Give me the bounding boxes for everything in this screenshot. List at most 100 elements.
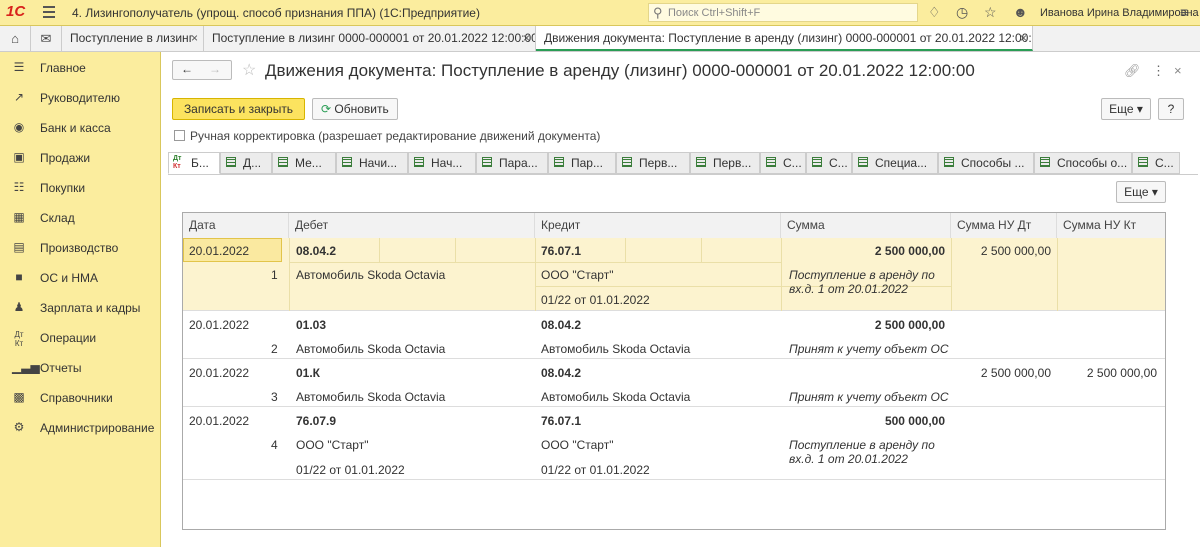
cell-divider xyxy=(1057,238,1058,311)
star-icon[interactable]: ☆ xyxy=(984,4,997,21)
warehouse-icon: ▦ xyxy=(13,210,25,224)
sidebar-item-fixed-assets[interactable]: ■ ОС и НМА xyxy=(0,262,160,292)
cell-divider xyxy=(781,238,782,311)
tab-register[interactable]: С... xyxy=(806,152,852,174)
sidebar-item-label: ОС и НМА xyxy=(40,271,99,285)
tab-document-movements[interactable]: Движения документа: Поступление в аренду… xyxy=(536,26,1033,51)
column-header-debit[interactable]: Дебет xyxy=(289,213,535,238)
cell-sum: 2 500 000,00 xyxy=(874,318,945,332)
help-button[interactable]: ? xyxy=(1158,98,1184,120)
scrollbar[interactable] xyxy=(1186,60,1194,540)
history-icon[interactable]: ◷ xyxy=(956,4,968,21)
cell-credit-subconto: ООО "Старт" xyxy=(541,268,614,282)
column-header-credit[interactable]: Кредит xyxy=(535,213,781,238)
register-icon xyxy=(858,157,868,167)
more-menu-icon[interactable]: ≡ xyxy=(1180,4,1188,20)
sidebar-item-warehouse[interactable]: ▦ Склад xyxy=(0,202,160,232)
register-icon xyxy=(944,157,954,167)
tab-register[interactable]: Д... xyxy=(220,152,272,174)
app-title: 4. Лизингополучатель (упрощ. способ приз… xyxy=(72,6,480,20)
cell-content: Поступление в аренду по вх.д. 1 от 20.01… xyxy=(789,268,935,296)
forward-arrow-icon[interactable]: → xyxy=(209,62,221,76)
register-icon xyxy=(226,157,236,167)
tab-register[interactable]: Пара... xyxy=(476,152,548,174)
sidebar-item-bank[interactable]: ◉ Банк и касса xyxy=(0,112,160,142)
column-header-nu-dt[interactable]: Сумма НУ Дт xyxy=(951,213,1057,238)
bell-icon[interactable]: ♢ xyxy=(928,4,941,21)
sidebar-item-main[interactable]: ☰ Главное xyxy=(0,52,160,82)
home-icon[interactable]: ⌂ xyxy=(0,26,31,51)
more-vertical-icon[interactable]: ⋮ xyxy=(1152,63,1165,79)
cell-debit-subconto: 01/22 от 01.01.2022 xyxy=(296,463,405,477)
cell-credit-subconto: Автомобиль Skoda Octavia xyxy=(541,390,691,404)
tab-register[interactable]: С... xyxy=(1132,152,1180,174)
sidebar-item-admin[interactable]: ⚙ Администрирование xyxy=(0,412,160,442)
favorite-star-icon[interactable]: ☆ xyxy=(242,60,256,80)
tab-label: Поступление в лизинг xyxy=(70,31,194,45)
table-row[interactable]: 20.01.2022 1 08.04.2 Автомобиль Skoda Oc… xyxy=(183,238,1165,311)
close-icon[interactable]: × xyxy=(1174,63,1182,78)
refresh-button[interactable]: ⟳ Обновить xyxy=(312,98,398,120)
sidebar-item-purchases[interactable]: ☷ Покупки xyxy=(0,172,160,202)
tab-register[interactable]: Начи... xyxy=(336,152,408,174)
cell-debit-subconto: ООО "Старт" xyxy=(296,438,369,452)
tab-register[interactable]: С... xyxy=(760,152,806,174)
table-row[interactable]: 20.01.2022 2 01.03 Автомобиль Skoda Octa… xyxy=(183,311,1165,359)
sidebar-item-sales[interactable]: ▣ Продажи xyxy=(0,142,160,172)
tab-register[interactable]: Способы о... xyxy=(1034,152,1132,174)
tab-leasing-document[interactable]: Поступление в лизинг 0000-000001 от 20.0… xyxy=(204,26,536,51)
more-button[interactable]: Еще ▾ xyxy=(1101,98,1151,120)
tab-label: Перв... xyxy=(639,156,678,170)
table-row[interactable]: 20.01.2022 3 01.К Автомобиль Skoda Octav… xyxy=(183,359,1165,407)
user-name[interactable]: Иванова Ирина Владимировна xyxy=(1040,7,1199,19)
table-more-button[interactable]: Еще ▾ xyxy=(1116,181,1166,203)
register-icon xyxy=(554,157,564,167)
column-header-nu-kt[interactable]: Сумма НУ Кт xyxy=(1057,213,1165,238)
cell-date: 20.01.2022 xyxy=(189,414,250,428)
user-icon[interactable]: ☻ xyxy=(1013,4,1028,20)
tab-register[interactable]: Пар... xyxy=(548,152,616,174)
close-icon[interactable]: × xyxy=(1020,26,1027,49)
cell-credit-account: 76.07.1 xyxy=(541,414,582,428)
save-close-button[interactable]: Записать и закрыть xyxy=(172,98,305,120)
sidebar-item-salary[interactable]: ♟ Зарплата и кадры xyxy=(0,292,160,322)
manual-correction-label: Ручная корректировка (разрешает редактир… xyxy=(190,129,601,143)
register-tabs: Дт Кт Б... Д... Ме... Начи... Нач... Пара.… xyxy=(168,152,1198,175)
table-row[interactable]: 20.01.2022 4 76.07.9 ООО "Старт" 01/22 о… xyxy=(183,407,1165,480)
tab-register[interactable]: Перв... xyxy=(690,152,760,174)
close-icon[interactable]: × xyxy=(523,26,530,51)
search-placeholder: Поиск Ctrl+Shift+F xyxy=(668,7,761,19)
tab-register[interactable]: Нач... xyxy=(408,152,476,174)
tab-register-accounting[interactable]: Дт Кт Б... xyxy=(168,152,220,174)
search-icon: ⚲ xyxy=(653,5,663,20)
tab-label: Способы о... xyxy=(1057,156,1128,170)
messages-icon[interactable]: ✉ xyxy=(31,26,62,51)
manual-correction-checkbox[interactable] xyxy=(174,130,185,141)
tab-leasing-list[interactable]: Поступление в лизинг × xyxy=(62,26,204,51)
sidebar-item-manager[interactable]: ↗ Руководителю xyxy=(0,82,160,112)
sidebar-item-operations[interactable]: Дт Кт Операции xyxy=(0,322,160,352)
cell-debit-account: 01.03 xyxy=(296,318,327,332)
column-header-date[interactable]: Дата xyxy=(183,213,289,238)
sidebar-item-catalogs[interactable]: ▩ Справочники xyxy=(0,382,160,412)
column-header-sum[interactable]: Сумма xyxy=(781,213,951,238)
tab-register[interactable]: Ме... xyxy=(272,152,336,174)
cell-divider xyxy=(289,262,781,263)
cell-debit-account: 08.04.2 xyxy=(296,244,337,258)
sidebar-item-reports[interactable]: ▁▃▅ Отчеты xyxy=(0,352,160,382)
search-input[interactable]: ⚲ Поиск Ctrl+Shift+F xyxy=(648,3,918,22)
close-icon[interactable]: × xyxy=(191,26,198,51)
tab-register[interactable]: Способы ... xyxy=(938,152,1034,174)
tab-register[interactable]: Перв... xyxy=(616,152,690,174)
link-icon[interactable]: 🔗︎ xyxy=(1124,63,1141,79)
table-header: Дата Дебет Кредит Сумма Сумма НУ Дт Сумм… xyxy=(183,213,1165,239)
sidebar-item-production[interactable]: ▤ Производство xyxy=(0,232,160,262)
sidebar-item-label: Зарплата и кадры xyxy=(40,301,141,315)
main-menu-icon[interactable] xyxy=(43,6,55,21)
tab-label: Пар... xyxy=(571,156,603,170)
tab-register[interactable]: Специа... xyxy=(852,152,938,174)
tab-label: Д... xyxy=(243,156,262,170)
gear-icon: ⚙ xyxy=(13,420,25,434)
back-arrow-icon[interactable]: ← xyxy=(181,62,193,76)
tab-label: Нач... xyxy=(431,156,463,170)
